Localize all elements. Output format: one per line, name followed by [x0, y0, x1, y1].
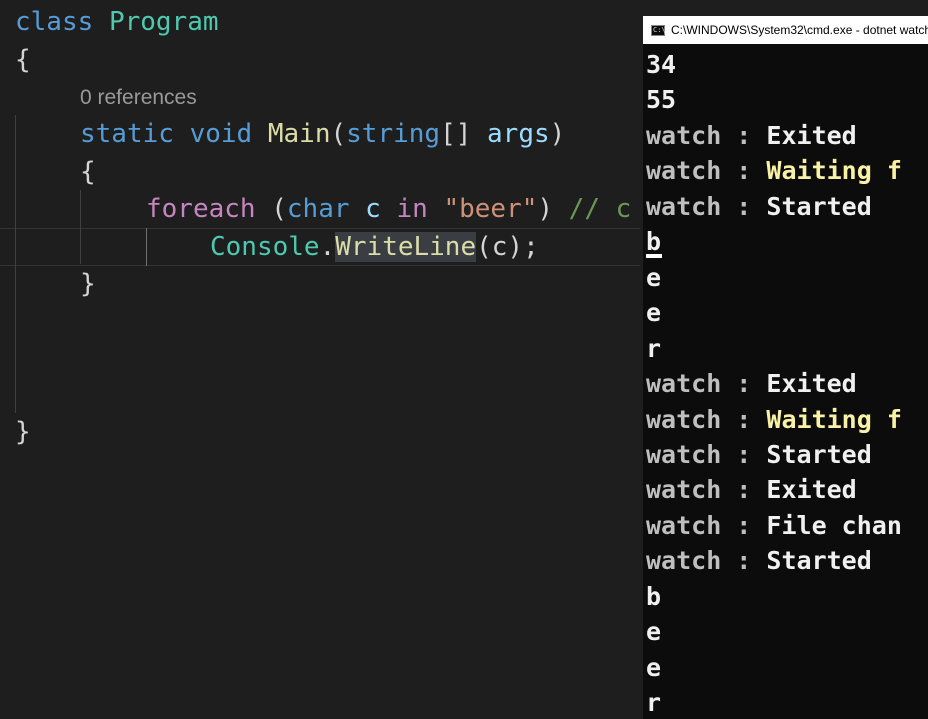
indent-guide — [80, 190, 81, 264]
cmd-icon: C:\ — [651, 25, 666, 36]
console-line-prefix: watch : — [646, 156, 767, 185]
console-line-text: e — [646, 617, 662, 646]
console-line-text: r — [646, 334, 662, 363]
console-line-text: Waiting f — [766, 156, 902, 185]
console-line: 34 — [646, 47, 676, 82]
console-title: C:\WINDOWS\System32\cmd.exe - dotnet wat… — [671, 23, 928, 37]
console-line-text: Exited — [766, 369, 857, 398]
code-line-close-brace[interactable]: } — [15, 413, 31, 451]
console-line-prefix: watch : — [646, 405, 767, 434]
console-line: watch : Waiting f — [646, 153, 902, 188]
console-line-text: e — [646, 298, 662, 327]
console-cursor — [646, 254, 662, 258]
console-line-prefix: watch : — [646, 511, 767, 540]
console-line-text: 34 — [646, 50, 677, 79]
console-line-text: e — [646, 653, 662, 682]
console-line-text: Started — [766, 546, 872, 575]
console-line-text: b — [646, 582, 662, 611]
console-line: watch : Started — [646, 437, 872, 472]
console-line: 55 — [646, 82, 676, 117]
code-line-foreach[interactable]: foreach (char c in "beer") // c — [146, 190, 631, 228]
console-line-text: Started — [766, 192, 872, 221]
console-line-text: Started — [766, 440, 872, 469]
console-line-prefix: watch : — [646, 440, 767, 469]
console-line-text: r — [646, 688, 662, 717]
console-line: watch : Exited — [646, 366, 857, 401]
console-titlebar[interactable]: C:\ C:\WINDOWS\System32\cmd.exe - dotnet… — [643, 16, 928, 44]
console-line: watch : Exited — [646, 472, 857, 507]
code-line-method-open[interactable]: { — [80, 153, 96, 191]
console-line: watch : File chan — [646, 508, 902, 543]
console-line-text: Waiting f — [766, 405, 902, 434]
indent-guide-active — [146, 228, 147, 266]
console-line: r — [646, 331, 661, 366]
console-line: r — [646, 685, 661, 719]
console-line-text: Exited — [766, 475, 857, 504]
console-window[interactable]: C:\ C:\WINDOWS\System32\cmd.exe - dotnet… — [643, 16, 928, 719]
console-line: e — [646, 650, 661, 685]
console-line-text: e — [646, 263, 662, 292]
code-line-writeline[interactable]: Console.WriteLine(c); — [210, 228, 539, 266]
console-line: e — [646, 260, 661, 295]
console-line-prefix: watch : — [646, 546, 767, 575]
code-line-method-close[interactable]: } — [80, 265, 96, 303]
console-line-text: Exited — [766, 121, 857, 150]
console-line-prefix: watch : — [646, 121, 767, 150]
console-line-prefix: watch : — [646, 475, 767, 504]
console-line: e — [646, 295, 661, 330]
console-line-prefix: watch : — [646, 369, 767, 398]
indent-guide — [15, 115, 16, 413]
console-line-text: 55 — [646, 85, 677, 114]
console-line: e — [646, 614, 661, 649]
console-line: watch : Exited — [646, 118, 857, 153]
codelens-references[interactable]: 0 references — [80, 86, 197, 110]
console-line-text: b — [646, 227, 662, 256]
code-line-open-brace[interactable]: { — [15, 41, 31, 79]
console-line: watch : Started — [646, 543, 872, 578]
console-line-prefix: watch : — [646, 192, 767, 221]
console-line: watch : Waiting f — [646, 402, 902, 437]
console-line: b — [646, 579, 661, 614]
code-line-class[interactable]: class Program — [15, 3, 219, 41]
console-line-text: File chan — [766, 511, 902, 540]
code-line-main-signature[interactable]: static void Main(string[] args) — [80, 115, 565, 153]
console-line: watch : Started — [646, 189, 872, 224]
